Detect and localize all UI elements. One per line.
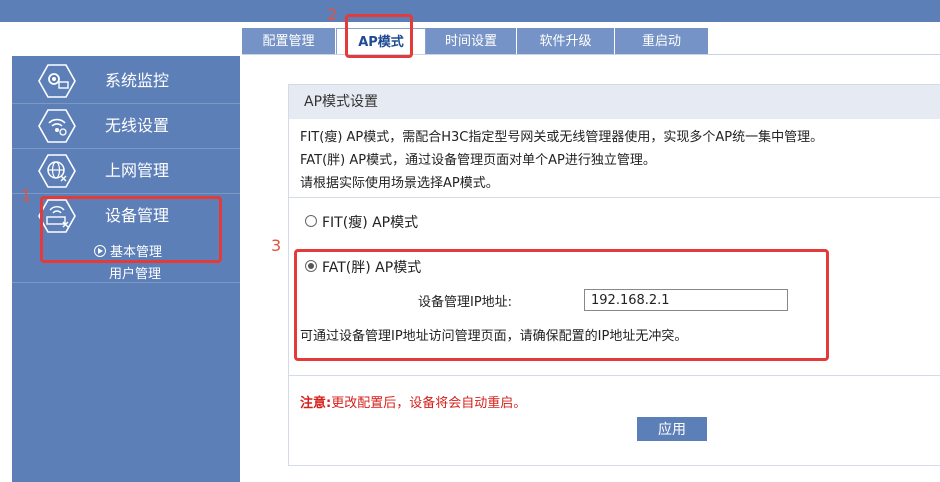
note-label: 注意: — [300, 396, 332, 411]
tab-bar: 配置管理 AP模式 时间设置 软件升级 重启动 — [242, 28, 709, 55]
sidebar-item-internet[interactable]: 上网管理 — [12, 149, 240, 194]
tab-config-management[interactable]: 配置管理 — [242, 28, 336, 55]
divider — [289, 197, 940, 198]
panel-header: AP模式设置 — [289, 85, 940, 119]
sidebar-item-label: 上网管理 — [105, 161, 170, 180]
fit-mode-radio[interactable] — [305, 215, 317, 227]
annotation-number-1: 1 — [21, 186, 32, 205]
fit-mode-label[interactable]: FIT(瘦) AP模式 — [322, 212, 418, 232]
sidebar-subitem-user-management[interactable]: 用户管理 — [109, 263, 161, 282]
annotation-number-3: 3 — [271, 236, 282, 255]
sidebar-item-label: 系统监控 — [105, 71, 170, 90]
sidebar-divider — [12, 282, 240, 283]
top-banner — [0, 0, 940, 22]
description-line: 请根据实际使用场景选择AP模式。 — [300, 176, 499, 191]
monitor-gear-icon — [38, 64, 76, 98]
globe-icon — [38, 154, 76, 188]
wireless-icon — [38, 109, 76, 143]
annotation-box-2 — [345, 14, 413, 58]
description-line: FIT(瘦) AP模式，需配合H3C指定型号网关或无线管理器使用，实现多个AP统… — [300, 130, 824, 145]
divider — [289, 375, 940, 376]
sidebar: 系统监控 无线设置 上网管理 设备管理 基本管理 用户管理 — [12, 56, 240, 482]
sidebar-item-system-monitor[interactable]: 系统监控 — [12, 59, 240, 104]
annotation-box-3 — [294, 249, 829, 361]
restart-note: 注意:更改配置后，设备将会自动重启。 — [300, 392, 526, 411]
annotation-box-1 — [40, 196, 222, 263]
tab-time-settings[interactable]: 时间设置 — [426, 28, 517, 55]
tab-software-upgrade[interactable]: 软件升级 — [517, 28, 615, 55]
sidebar-item-wireless[interactable]: 无线设置 — [12, 104, 240, 149]
description-line: FAT(胖) AP模式，通过设备管理页面对单个AP进行独立管理。 — [300, 153, 656, 168]
apply-button[interactable]: 应用 — [637, 417, 707, 441]
panel-title: AP模式设置 — [304, 94, 379, 110]
note-text: 更改配置后，设备将会自动重启。 — [331, 396, 527, 411]
annotation-number-2: 2 — [327, 5, 338, 24]
tab-restart[interactable]: 重启动 — [615, 28, 709, 55]
sidebar-item-label: 无线设置 — [105, 116, 170, 135]
